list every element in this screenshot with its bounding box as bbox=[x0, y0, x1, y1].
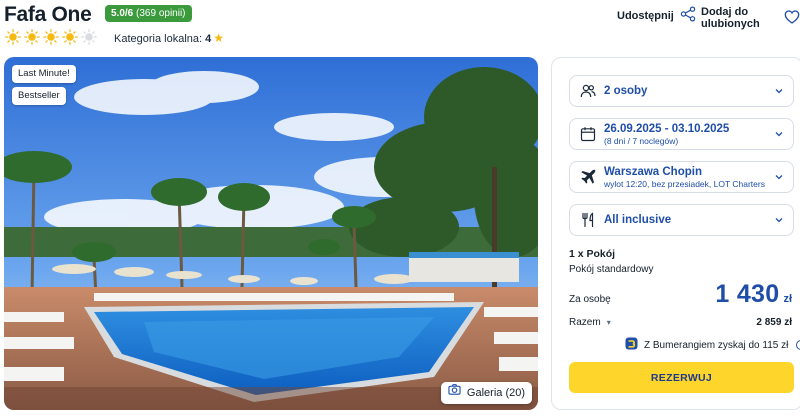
price-amount: 1 430 bbox=[715, 280, 780, 308]
room-type: Pokój standardowy bbox=[569, 264, 654, 275]
share-button[interactable]: Udostępnij bbox=[617, 6, 696, 25]
chevron-down-icon bbox=[775, 218, 783, 223]
heart-icon bbox=[784, 9, 800, 28]
room-count: 1 x Pokój bbox=[569, 248, 616, 260]
sun-empty-icon bbox=[81, 29, 97, 45]
departure-select[interactable]: Warszawa Chopin wylot 12:20, bez przesia… bbox=[569, 161, 794, 193]
bumerang-text: Z Bumerangiem zyskaj do 115 zł bbox=[644, 339, 789, 351]
per-person-label: Za osobę bbox=[569, 294, 611, 305]
bumerang-promo: Z Bumerangiem zyskaj do 115 zł i bbox=[625, 337, 800, 353]
favorite-button[interactable]: Dodaj do ulubionych bbox=[701, 6, 800, 30]
price-per-person: 1 430 zł bbox=[715, 280, 792, 309]
share-icon bbox=[680, 6, 696, 25]
bumerang-icon bbox=[625, 337, 638, 353]
share-label: Udostępnij bbox=[617, 9, 674, 22]
info-icon[interactable]: i bbox=[796, 340, 800, 350]
departure-details: wylot 12:20, bez przesiadek, LOT Charter… bbox=[604, 179, 765, 189]
sun-icon bbox=[5, 29, 21, 45]
local-category-value: 4 bbox=[205, 33, 212, 45]
board-select[interactable]: All inclusive bbox=[569, 204, 794, 236]
chevron-down-icon bbox=[775, 89, 783, 94]
dates-value: 26.09.2025 - 03.10.2025 bbox=[604, 123, 730, 135]
sun-icon bbox=[62, 29, 78, 45]
booking-panel: 2 osoby 26.09.2025 - 03.10.2025 (8 dni /… bbox=[551, 57, 800, 410]
total-toggle[interactable]: Razem ▾ bbox=[569, 317, 611, 328]
gallery-label: Galeria (20) bbox=[466, 387, 525, 399]
chevron-down-icon bbox=[775, 175, 783, 180]
dates-select[interactable]: 26.09.2025 - 03.10.2025 (8 dni / 7 nocle… bbox=[569, 118, 794, 150]
chevron-down-icon bbox=[775, 132, 783, 137]
hotel-name: Fafa One bbox=[4, 3, 92, 26]
favorite-label: Dodaj do ulubionych bbox=[701, 6, 760, 30]
pool-photo-image bbox=[4, 57, 538, 410]
cutlery-icon bbox=[580, 212, 596, 228]
sun-icon bbox=[24, 29, 40, 45]
rating-badge[interactable]: 5.0/6 (369 opinii) bbox=[105, 5, 192, 22]
star-icon: ★ bbox=[213, 31, 225, 45]
rating-count: (369 opinii) bbox=[136, 8, 186, 19]
sun-icon bbox=[43, 29, 59, 45]
hotel-photo[interactable]: Last Minute! Bestseller Galeria (20) bbox=[4, 57, 538, 410]
sun-rating bbox=[5, 29, 97, 45]
price-currency: zł bbox=[783, 293, 792, 305]
reserve-button[interactable]: REZERWUJ bbox=[569, 362, 794, 393]
gallery-button[interactable]: Galeria (20) bbox=[440, 382, 532, 404]
rating-score: 5.0/6 bbox=[111, 8, 134, 19]
people-icon bbox=[580, 83, 596, 99]
camera-icon bbox=[448, 382, 461, 404]
travellers-select[interactable]: 2 osoby bbox=[569, 75, 794, 107]
dates-duration: (8 dni / 7 noclegów) bbox=[604, 136, 679, 146]
bestseller-tag: Bestseller bbox=[12, 87, 66, 105]
travellers-value: 2 osoby bbox=[604, 85, 648, 97]
last-minute-tag: Last Minute! bbox=[12, 65, 76, 83]
local-category-label: Kategoria lokalna: bbox=[114, 33, 203, 45]
departure-airport: Warszawa Chopin bbox=[604, 166, 702, 178]
total-label: Razem bbox=[569, 317, 601, 328]
plane-icon bbox=[580, 169, 596, 185]
local-category: Kategoria lokalna: 4 ★ bbox=[114, 31, 224, 45]
chevron-down-icon: ▾ bbox=[606, 318, 611, 327]
board-value: All inclusive bbox=[604, 214, 672, 226]
total-value: 2 859 zł bbox=[756, 317, 792, 328]
calendar-icon bbox=[580, 126, 596, 142]
